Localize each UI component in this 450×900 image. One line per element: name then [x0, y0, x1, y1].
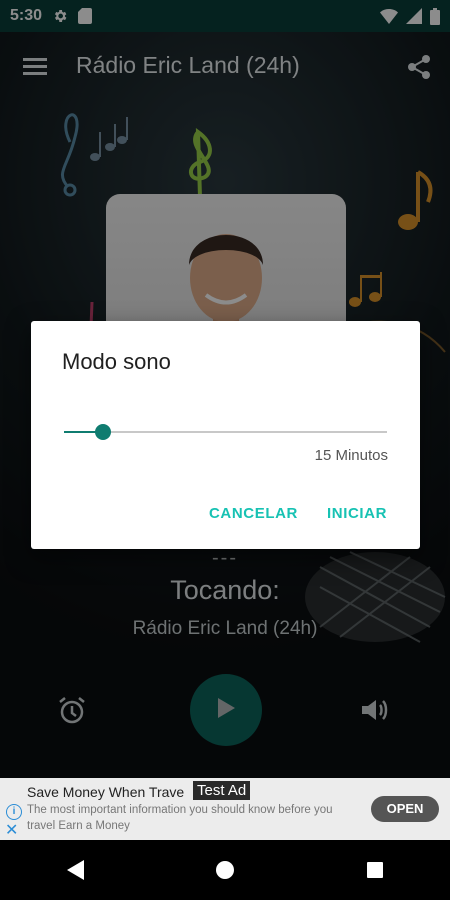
system-nav-bar [0, 840, 450, 900]
start-button[interactable]: INICIAR [327, 505, 387, 522]
dialog-title: Modo sono [62, 349, 171, 374]
ad-description: The most important information you shoul… [27, 804, 333, 832]
slider-track [64, 431, 387, 433]
sleep-mode-dialog: Modo sono 15 Minutos CANCELAR INICIAR [31, 321, 420, 549]
recents-icon[interactable] [355, 850, 395, 890]
back-icon[interactable] [55, 850, 95, 890]
slider-thumb[interactable] [94, 424, 111, 440]
sleep-timer-slider[interactable] [64, 421, 387, 445]
ad-title: Save Money When Trave [27, 784, 185, 800]
ad-info-icon[interactable]: i [6, 804, 22, 820]
ad-open-button[interactable]: OPEN [371, 796, 439, 822]
cancel-button[interactable]: CANCELAR [209, 505, 298, 522]
ad-close-icon[interactable]: ✕ [5, 820, 18, 840]
home-icon[interactable] [205, 850, 245, 890]
ad-test-tag: Test Ad [193, 781, 251, 800]
ad-banner[interactable]: i ✕ Save Money When Trave Test Ad The mo… [0, 778, 450, 840]
slider-value-text: 15 Minutos [314, 447, 388, 464]
